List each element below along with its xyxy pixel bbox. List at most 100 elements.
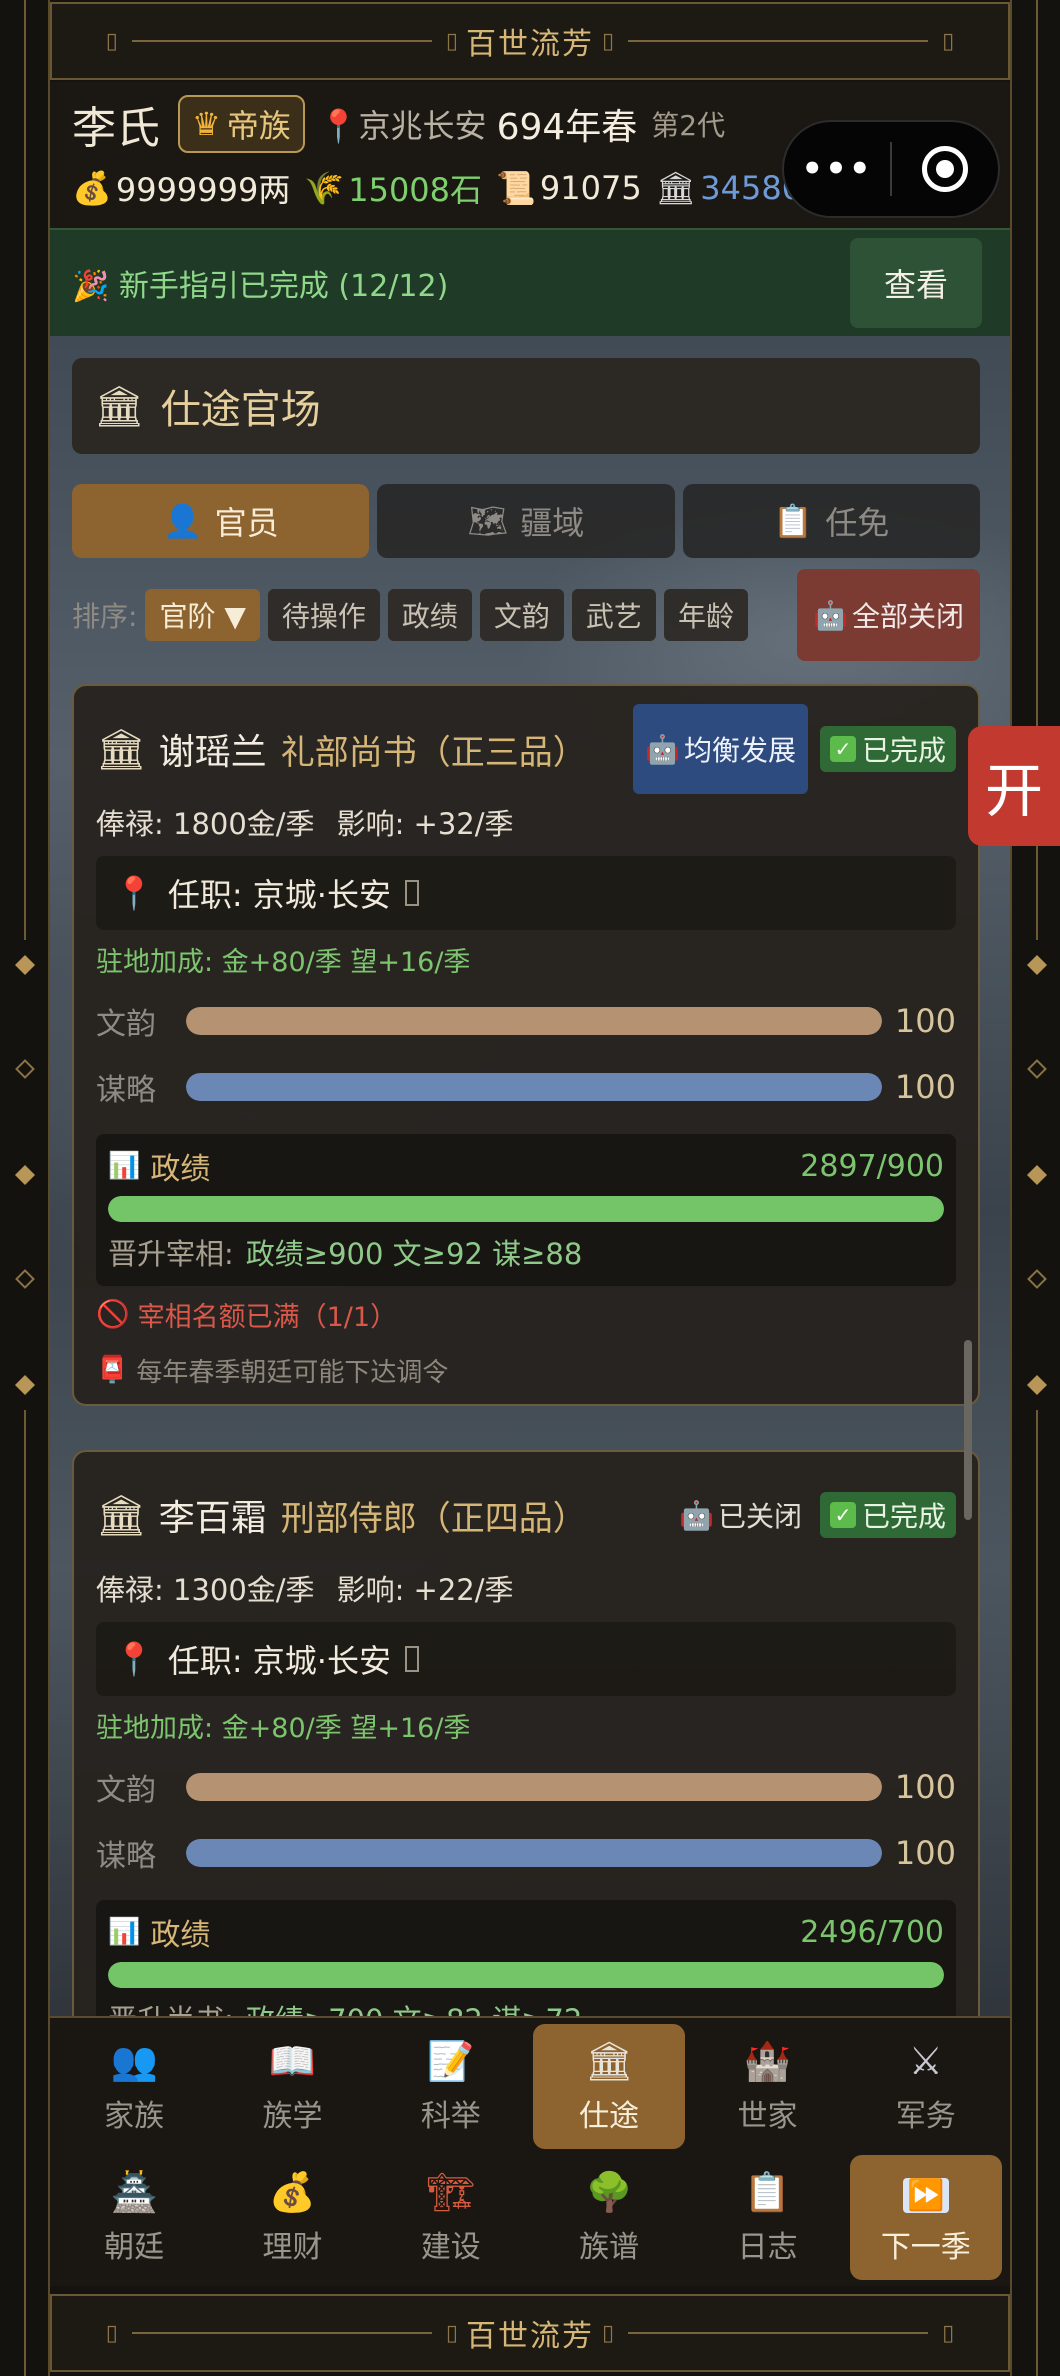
tab-officials[interactable]: 👤 官员 — [72, 484, 370, 558]
scroll-value: 91075 — [539, 169, 642, 207]
banner-mark-icon: ▯ — [942, 2320, 955, 2346]
sort-by-pending[interactable]: 待操作 — [267, 589, 380, 641]
tutorial-status-text: 新手指引已完成 (12/12) — [118, 269, 449, 304]
close-all-auto-button[interactable]: 🤖 全部关闭 — [797, 569, 980, 661]
banner-mark-icon: ▯ — [602, 28, 615, 54]
frame-ornament — [1027, 955, 1047, 975]
memo-icon: 📝 — [427, 2038, 475, 2083]
scroll-icon: 📜 — [496, 169, 536, 207]
nav-label: 仕途 — [579, 2098, 640, 2134]
nav-label: 理财 — [262, 2229, 323, 2265]
fast-forward-icon: ⏩ — [903, 2177, 949, 2213]
frame-ornament — [15, 1375, 35, 1395]
bottom-banner: ▯ ▯ 百世流芳 ▯ ▯ — [50, 2294, 1010, 2372]
stat-name: 文韵 — [96, 1773, 156, 1808]
nav-log[interactable]: 📋 日志 — [691, 2155, 843, 2280]
performance-panel: 📊 政绩 2897/900 晋升宰相: 政绩≥900 文≥92 谋≥88 — [96, 1134, 956, 1286]
stat-bar — [186, 1839, 882, 1867]
note-text: 每年春季朝廷可能下达调令 — [136, 1357, 449, 1388]
nav-clan-school[interactable]: 📖 族学 — [216, 2024, 368, 2149]
check-icon: ✓ — [829, 1502, 856, 1528]
tab-territory[interactable]: 🗺 疆域 — [377, 484, 675, 558]
section-header: 🏛 仕途官场 — [72, 358, 980, 454]
promotion-req: 政绩≥900 文≥92 谋≥88 — [245, 1237, 583, 1271]
salary: 俸禄: 1800金/季 — [96, 807, 315, 841]
frame-ornament — [1027, 1059, 1047, 1079]
auto-mode-button[interactable]: 🤖 均衡发展 — [633, 704, 808, 794]
frame-line — [24, 0, 26, 940]
banner-line — [131, 40, 432, 42]
close-miniprogram-icon[interactable] — [892, 146, 998, 192]
sort-by-performance[interactable]: 政绩 — [387, 589, 472, 641]
promotion-requirement: 晋升尚书: 政绩≥700 文≥82 谋≥72 — [108, 1992, 944, 2016]
swap-icon — [404, 1646, 419, 1672]
right-frame — [1010, 0, 1060, 2376]
map-icon: 🗺 — [467, 502, 509, 540]
nav-label: 家族 — [104, 2098, 165, 2134]
nav-label: 下一季 — [880, 2229, 971, 2265]
performance-label: 政绩 — [150, 1918, 211, 1953]
nav-genealogy[interactable]: 🌳 族谱 — [533, 2155, 685, 2280]
post-selector[interactable]: 📍 任职: 京城·长安 — [96, 856, 956, 930]
royal-badge: ♛ 帝族 — [178, 95, 305, 153]
nav-court[interactable]: 🏯 朝廷 — [58, 2155, 210, 2280]
book-icon: 📖 — [268, 2038, 317, 2083]
close-all-label: 全部关闭 — [851, 600, 964, 633]
nav-noble-families[interactable]: 🏰 世家 — [691, 2024, 843, 2149]
tab-appointments[interactable]: 📋 任免 — [682, 484, 980, 558]
officialdom-panel: 🏛 仕途官场 👤 官员 🗺 疆域 📋 任免 排序: 官阶 ▼ 待操作 政绩 文韵 武艺… — [50, 336, 1010, 2016]
sort-by-martial[interactable]: 武艺 — [571, 589, 656, 641]
sort-by-age[interactable]: 年龄 — [663, 589, 748, 641]
banner-mark-icon: ▯ — [445, 2320, 458, 2346]
nav-family[interactable]: 👥 家族 — [58, 2024, 210, 2149]
status-badge: ✓ 已完成 — [819, 726, 956, 772]
stat-row: 文韵 100 — [96, 1754, 956, 1820]
auto-mode-button[interactable]: 🤖 已关闭 — [679, 1495, 802, 1535]
view-tutorial-button[interactable]: 查看 — [850, 238, 982, 328]
frame-ornament — [1027, 1165, 1047, 1185]
nav-military[interactable]: ⚔ 军务 — [850, 2024, 1002, 2149]
scrollbar[interactable] — [964, 1340, 972, 1520]
person-icon: 👤 — [162, 502, 203, 540]
grain-icon: 🌾 — [304, 169, 345, 207]
side-open-button[interactable]: 开 — [968, 726, 1060, 846]
status-label: 已完成 — [861, 1500, 946, 1533]
official-name: 谢瑶兰 — [158, 732, 267, 773]
section-title: 仕途官场 — [160, 387, 321, 433]
promotion-req: 政绩≥700 文≥82 谋≥72 — [246, 1997, 583, 2016]
stat-row: 文韵 100 — [96, 988, 956, 1054]
warning-text: 宰相名额已满（1/1） — [137, 1301, 398, 1333]
stat-row: 谋略 100 — [96, 1820, 956, 1886]
grain-value: 15008石 — [348, 171, 483, 209]
nav-label: 朝廷 — [104, 2229, 165, 2265]
stat-value: 100 — [894, 1068, 956, 1106]
frame-ornament — [15, 1269, 35, 1289]
stat-bar-fill — [186, 1007, 882, 1035]
sort-by-literary[interactable]: 文韵 — [479, 589, 564, 641]
nav-finance[interactable]: 💰 理财 — [216, 2155, 368, 2280]
miniprogram-capsule: ••• — [782, 120, 1000, 218]
banner-title: 百世流芳 — [466, 2319, 594, 2354]
more-menu-icon[interactable]: ••• — [784, 149, 890, 189]
sort-by-rank[interactable]: 官阶 ▼ — [145, 589, 260, 641]
tutorial-banner: 🎉 新手指引已完成 (12/12) 查看 — [50, 228, 1010, 336]
nav-career[interactable]: 🏛 仕途 — [532, 2024, 686, 2149]
transfer-note: 📮 每年春季朝廷可能下达调令 — [96, 1342, 956, 1398]
nav-construction[interactable]: 🏗 建设 — [375, 2155, 527, 2280]
performance-label: 政绩 — [150, 1152, 211, 1187]
status-label: 已完成 — [861, 734, 946, 767]
post-selector[interactable]: 📍 任职: 京城·长安 — [96, 1622, 956, 1696]
grain-resource: 🌾 15008石 — [304, 165, 482, 211]
clipboard-icon: 📋 — [773, 502, 814, 540]
influence: 影响: +22/季 — [336, 1573, 514, 1607]
salary-line: 俸禄: 1800金/季 影响: +32/季 — [96, 794, 956, 850]
next-season-button[interactable]: ⏩ 下一季 — [849, 2155, 1002, 2280]
pin-icon: 📍 — [114, 874, 154, 912]
banner-mark-icon: ▯ — [445, 28, 458, 54]
promotion-key: 晋升尚书: — [108, 1997, 234, 2016]
nav-label: 族学 — [262, 2098, 323, 2134]
stat-name: 谋略 — [96, 1073, 156, 1108]
official-card: 🏛 谢瑶兰 礼部尚书（正三品） 🤖 均衡发展 ✓ 已完成 俸禄: 1800金/季 影… — [72, 684, 980, 1406]
nav-exam[interactable]: 📝 科举 — [375, 2024, 527, 2149]
mailbox-icon: 📮 — [96, 1355, 129, 1385]
